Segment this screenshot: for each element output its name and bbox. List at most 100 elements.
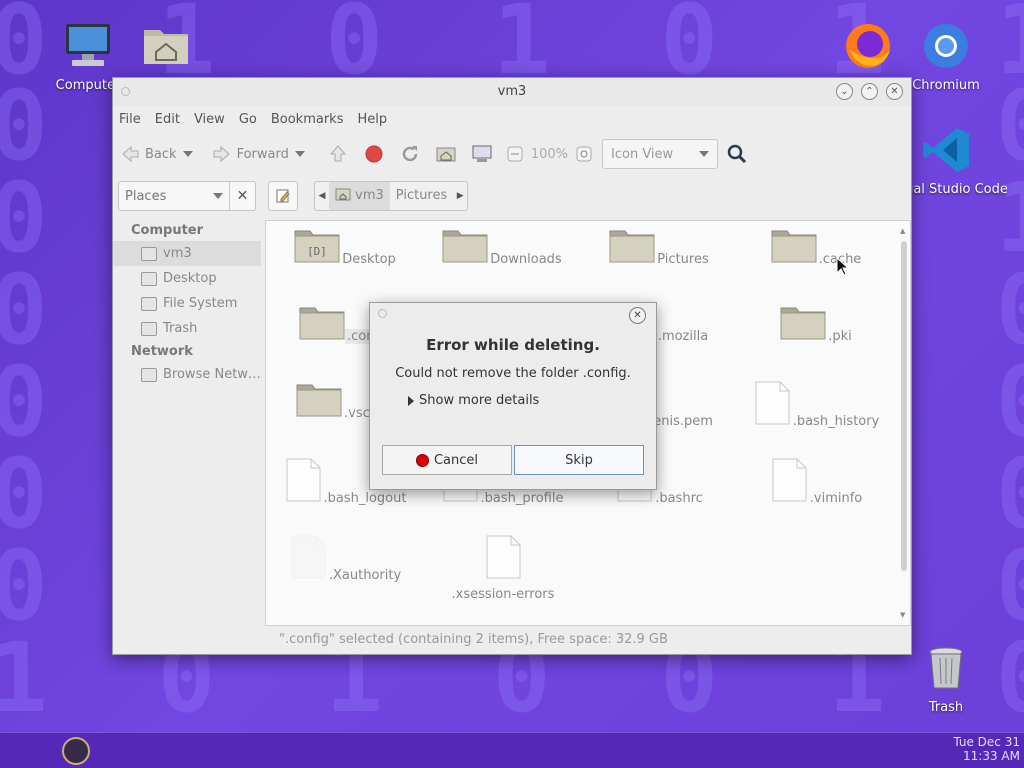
clock[interactable]: Tue Dec 31 11:33 AM <box>953 735 1020 763</box>
file-name: .bash_profile <box>480 491 564 506</box>
computer-icon[interactable] <box>471 143 493 165</box>
dialog-titlebar[interactable]: ✕ <box>370 303 656 325</box>
places-label: Places <box>125 188 167 204</box>
file-icon <box>286 458 320 502</box>
reload-icon[interactable] <box>399 143 421 165</box>
dialog-close-button[interactable]: ✕ <box>629 307 646 324</box>
home-folder-icon <box>144 30 188 64</box>
file-item[interactable]: .pki <box>747 304 887 344</box>
sidebar-item-browse-network[interactable]: Browse Netw… <box>113 362 261 387</box>
file-name: .Xauthority <box>328 568 402 583</box>
mouse-cursor-icon <box>836 257 850 276</box>
chevron-down-icon <box>699 151 710 157</box>
error-dialog: ✕ Error while deleting. Could not remove… <box>369 302 657 490</box>
file-name: Downloads <box>490 252 562 267</box>
show-more-details-expander[interactable]: Show more details <box>408 393 656 408</box>
forward-button[interactable]: Forward <box>211 143 305 165</box>
skip-button[interactable]: Skip <box>514 445 644 475</box>
zoom-out-icon[interactable] <box>507 146 523 162</box>
chromium-icon <box>924 24 968 68</box>
sidebar-item-label: Trash <box>163 321 198 336</box>
sidebar-item-label: Browse Netw… <box>163 367 261 382</box>
search-icon[interactable] <box>726 143 748 165</box>
stop-icon <box>415 453 429 467</box>
crumb-right-icon[interactable]: ▶ <box>453 191 467 201</box>
window-menu-dot-icon[interactable] <box>121 87 130 96</box>
file-icon <box>772 458 807 502</box>
close-button[interactable]: ✕ <box>886 83 903 100</box>
menu-view[interactable]: View <box>194 112 225 127</box>
file-icon <box>291 535 326 579</box>
stop-icon[interactable] <box>363 143 385 165</box>
file-item[interactable]: .viminfo <box>747 458 887 506</box>
up-arrow-icon[interactable] <box>327 143 349 165</box>
menu-edit[interactable]: Edit <box>155 112 180 127</box>
file-name: .viminfo <box>809 491 863 506</box>
pencil-icon <box>276 189 290 203</box>
file-item[interactable]: .bash_history <box>747 381 887 429</box>
crumb-vm3[interactable]: vm3 <box>329 182 390 210</box>
maximize-button[interactable]: ⌃ <box>861 83 878 100</box>
view-mode-value: Icon View <box>611 146 674 162</box>
chevron-down-icon[interactable] <box>182 151 193 157</box>
menu-help[interactable]: Help <box>357 112 387 127</box>
sidebar-item-trash[interactable]: Trash <box>113 316 261 341</box>
sidebar-item-vm3[interactable]: vm3 <box>113 241 261 266</box>
chevron-down-icon[interactable] <box>294 151 305 157</box>
toolbar: Back Forward 100% Icon View <box>113 132 911 176</box>
file-item[interactable]: .xsession-errors <box>433 535 573 602</box>
file-item[interactable]: .Xauthority <box>276 535 416 583</box>
view-mode-select[interactable]: Icon View <box>602 139 719 169</box>
sidebar-item-file-system[interactable]: File System <box>113 291 261 316</box>
file-item[interactable]: Pictures <box>590 227 730 267</box>
window-titlebar[interactable]: vm3 ⌄ ⌃ ✕ <box>113 78 911 106</box>
dialog-title: Error while deleting. <box>426 336 600 354</box>
file-name: Pictures <box>657 252 709 267</box>
app-menu-button[interactable] <box>62 737 90 765</box>
sidebar-item-label: Desktop <box>163 271 217 286</box>
desktop-icon-firefox[interactable] <box>823 20 913 78</box>
minimize-button[interactable]: ⌄ <box>836 83 853 100</box>
details-label: Show more details <box>419 393 540 408</box>
crumb-label: vm3 <box>355 188 384 203</box>
skip-label: Skip <box>565 452 593 468</box>
drive-icon <box>141 296 157 311</box>
status-bar: ".config" selected (containing 2 items),… <box>279 632 668 647</box>
cancel-button[interactable]: Cancel <box>382 445 512 475</box>
network-icon <box>141 367 157 382</box>
edit-location-button[interactable] <box>268 181 298 211</box>
scroll-up-icon[interactable]: ▲ <box>900 227 905 235</box>
menu-go[interactable]: Go <box>239 112 257 127</box>
dialog-menu-dot-icon[interactable] <box>378 309 387 318</box>
close-sidebar-button[interactable]: ✕ <box>230 181 256 211</box>
file-item[interactable]: Downloads <box>433 227 573 267</box>
file-icon <box>755 381 790 425</box>
back-arrow-icon <box>122 145 139 163</box>
breadcrumb: ◀ vm3 Pictures ▶ <box>314 181 469 211</box>
file-item[interactable]: [D] Desktop <box>276 227 416 267</box>
scroll-down-icon[interactable]: ▼ <box>900 611 905 619</box>
sidebar-item-desktop[interactable]: Desktop <box>113 266 261 291</box>
sidebar: Computer vm3 Desktop File System Trash N… <box>113 216 261 626</box>
desktop-icon-trash[interactable]: Trash <box>901 642 991 715</box>
folder-icon <box>442 230 488 263</box>
vscode-icon <box>923 128 969 172</box>
scrollbar[interactable]: ▲ ▼ <box>900 227 908 619</box>
crumb-left-icon[interactable]: ◀ <box>315 191 329 201</box>
scrollbar-thumb[interactable] <box>901 241 907 571</box>
home-icon[interactable] <box>435 143 457 165</box>
menu-file[interactable]: File <box>119 112 141 127</box>
places-select[interactable]: Places <box>118 181 230 211</box>
desktop-icon-chromium[interactable]: Chromium <box>901 20 991 93</box>
menu-bookmarks[interactable]: Bookmarks <box>271 112 344 127</box>
zoom-reset-icon[interactable] <box>576 146 592 162</box>
desktop-icon-home[interactable] <box>121 20 211 78</box>
back-button[interactable]: Back <box>119 143 193 165</box>
window-title: vm3 <box>497 84 527 99</box>
back-label: Back <box>145 146 177 162</box>
clock-time: 11:33 AM <box>963 749 1020 763</box>
folder-icon <box>771 230 817 263</box>
crumb-pictures[interactable]: Pictures <box>390 182 453 210</box>
file-item[interactable]: .cache <box>747 227 887 267</box>
dialog-message: Could not remove the folder .config. <box>395 366 631 381</box>
